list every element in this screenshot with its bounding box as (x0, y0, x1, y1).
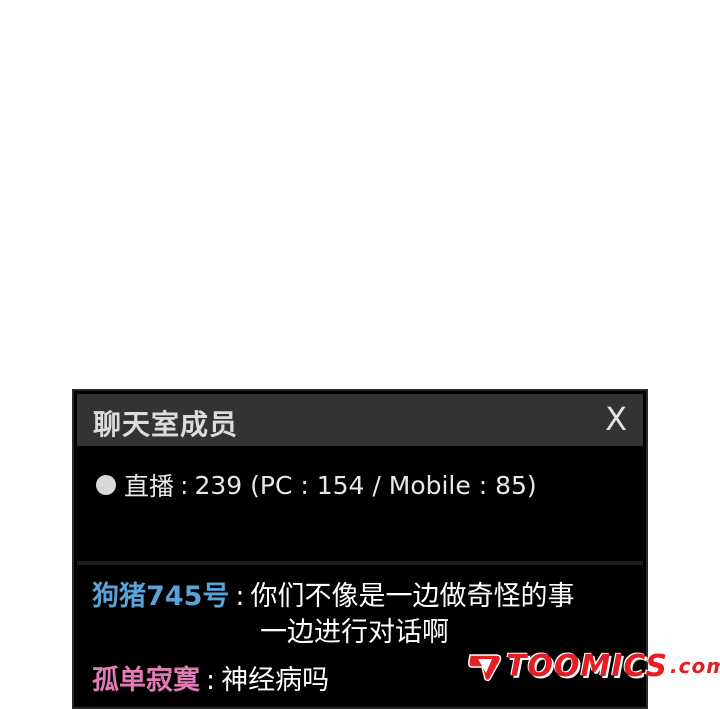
watermark-suffix: .com (670, 654, 720, 678)
close-button[interactable]: X (605, 400, 627, 438)
watermark-text: TOOMICS (506, 648, 669, 684)
toomics-watermark: TOOMICS.com (466, 644, 720, 688)
message-username[interactable]: 狗猪745号 (92, 581, 229, 612)
panel-header: 聊天室成员 X (77, 394, 643, 446)
live-stats: 直播 : 239 (PC : 154 / Mobile : 85) (96, 467, 537, 503)
viewer-counts: 239 (PC : 154 / Mobile : 85) (194, 470, 537, 500)
message-text: 神经病吗 (221, 665, 330, 696)
divider (77, 561, 643, 565)
live-status-dot-icon (96, 475, 116, 495)
chat-message: 狗猪745号: 你们不像是一边做奇怪的事 (92, 579, 574, 615)
toomics-logo-icon (468, 654, 502, 682)
message-colon: : (235, 581, 245, 612)
message-text: 你们不像是一边做奇怪的事 (250, 581, 575, 612)
live-separator: : (180, 470, 189, 500)
chat-message: 孤单寂寞: 神经病吗 (92, 663, 329, 699)
message-colon: : (206, 665, 216, 696)
message-text-continued: 一边进行对话啊 (260, 617, 449, 648)
message-username[interactable]: 孤单寂寞 (92, 665, 200, 696)
live-label: 直播 (124, 472, 175, 501)
panel-title: 聊天室成员 (93, 408, 239, 441)
